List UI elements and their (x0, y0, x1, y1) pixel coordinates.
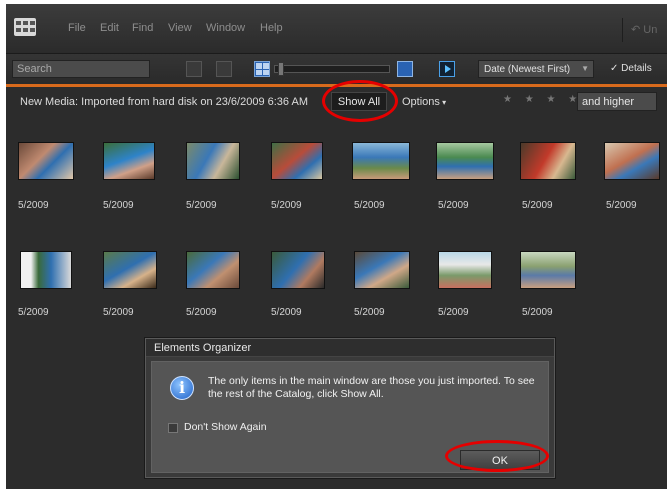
date-view-icon[interactable] (216, 61, 232, 77)
dialog-message: The only items in the main window are th… (208, 375, 535, 400)
organizer-window: File Edit Find View Window Help ↶ Un Sea… (6, 4, 667, 489)
photo-thumbnail[interactable] (436, 142, 494, 180)
photo-thumbnail[interactable] (103, 251, 157, 289)
menu-file[interactable]: File (68, 22, 86, 34)
slider-thumb[interactable] (278, 62, 284, 76)
chevron-down-icon: ▼ (581, 64, 589, 73)
thumbnail-date: 5/2009 (271, 307, 302, 318)
thumbnail-date: 5/2009 (18, 307, 49, 318)
sort-order-select[interactable]: Date (Newest First) ▼ (478, 60, 594, 78)
dont-show-again-checkbox[interactable] (168, 423, 178, 433)
thumbnail-date: 5/2009 (18, 200, 49, 211)
photo-thumbnail[interactable] (271, 251, 325, 289)
undo-button[interactable]: ↶ Un (622, 18, 667, 42)
menu-find[interactable]: Find (132, 22, 153, 34)
toolbar: Search Date (Newest First) ▼ ✓ Details (6, 54, 667, 84)
photo-browser-icon[interactable] (186, 61, 202, 77)
dialog-title: Elements Organizer (146, 339, 554, 357)
photo-thumbnail[interactable] (520, 251, 576, 289)
photo-thumbnail[interactable] (354, 251, 410, 289)
rating-filter-select[interactable]: and higher (577, 92, 657, 111)
photo-thumbnail[interactable] (352, 142, 410, 180)
photo-thumbnail[interactable] (438, 251, 492, 289)
menu-window[interactable]: Window (206, 22, 245, 34)
thumbnail-date: 5/2009 (522, 200, 553, 211)
photo-thumbnail[interactable] (520, 142, 576, 180)
thumbnail-date: 5/2009 (438, 200, 469, 211)
rating-filter-value: and higher (582, 96, 634, 108)
thumbnail-date: 5/2009 (103, 307, 134, 318)
photo-thumbnail[interactable] (20, 251, 72, 289)
info-icon: i (170, 376, 194, 400)
menu-help[interactable]: Help (260, 22, 283, 34)
photo-thumbnail[interactable] (103, 142, 155, 180)
highlight-ring-show-all (322, 80, 398, 122)
small-thumbnail-icon[interactable] (254, 61, 270, 77)
details-checkbox[interactable]: ✓ Details (610, 63, 652, 74)
highlight-ring-ok (445, 440, 549, 472)
photo-thumbnail[interactable] (271, 142, 323, 180)
sort-order-value: Date (Newest First) (484, 64, 571, 75)
photo-thumbnail[interactable] (604, 142, 660, 180)
menu-bar: File Edit Find View Window Help ↶ Un (6, 4, 667, 54)
photo-thumbnail[interactable] (186, 251, 240, 289)
import-status-text: New Media: Imported from hard disk on 23… (20, 96, 308, 108)
dont-show-again-label[interactable]: Don't Show Again (184, 421, 267, 433)
undo-icon: ↶ (631, 24, 644, 36)
menu-view[interactable]: View (168, 22, 192, 34)
caret-down-icon: ▾ (439, 98, 447, 107)
single-photo-view-icon[interactable] (397, 61, 413, 77)
thumbnail-date: 5/2009 (186, 200, 217, 211)
thumbnail-date: 5/2009 (606, 200, 637, 211)
photo-thumbnail[interactable] (18, 142, 74, 180)
options-label: Options (402, 96, 440, 108)
thumbnail-date: 5/2009 (438, 307, 469, 318)
thumbnail-date: 5/2009 (186, 307, 217, 318)
undo-label: Un (643, 24, 658, 36)
thumbnail-size-slider[interactable] (274, 65, 390, 73)
details-label: Details (621, 63, 652, 74)
search-input[interactable]: Search (12, 60, 150, 78)
thumbnail-date: 5/2009 (354, 307, 385, 318)
options-menu[interactable]: Options ▾ (402, 96, 446, 108)
photo-thumbnail[interactable] (186, 142, 240, 180)
menu-edit[interactable]: Edit (100, 22, 119, 34)
checkmark-icon: ✓ (610, 63, 622, 74)
app-logo-icon[interactable] (14, 18, 36, 36)
slideshow-icon[interactable] (439, 61, 455, 77)
thumbnail-date: 5/2009 (103, 200, 134, 211)
thumbnail-date: 5/2009 (354, 200, 385, 211)
thumbnail-date: 5/2009 (522, 307, 553, 318)
thumbnail-date: 5/2009 (271, 200, 302, 211)
